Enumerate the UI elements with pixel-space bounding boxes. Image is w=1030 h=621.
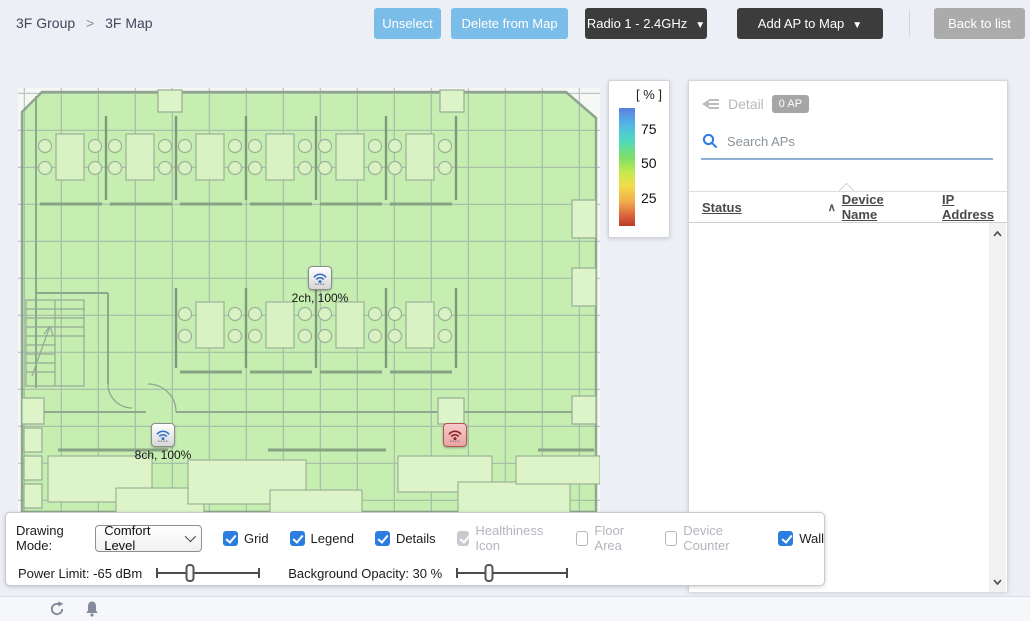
detail-panel-title: Detail bbox=[728, 96, 764, 112]
floor-map-canvas[interactable]: 2ch, 100% 8ch, 100% bbox=[18, 88, 600, 512]
checkbox-legend[interactable]: Legend bbox=[290, 531, 354, 546]
add-ap-to-map-dropdown[interactable]: Add AP to Map▼ bbox=[737, 8, 883, 39]
delete-from-map-button[interactable]: Delete from Map bbox=[451, 8, 568, 39]
chevron-down-icon: ▼ bbox=[852, 20, 862, 31]
drawing-mode-select[interactable]: Comfort Level bbox=[95, 525, 202, 552]
checkbox-icon bbox=[576, 531, 589, 546]
checkbox-icon bbox=[778, 531, 793, 546]
breadcrumb: 3F Group > 3F Map bbox=[16, 15, 153, 31]
breadcrumb-separator: > bbox=[86, 15, 94, 31]
back-to-list-button[interactable]: Back to list bbox=[934, 8, 1025, 39]
toolbar-divider bbox=[909, 10, 910, 37]
ap-label: 8ch, 100% bbox=[135, 448, 192, 462]
collapse-arrow-icon[interactable] bbox=[702, 97, 720, 111]
slider-thumb[interactable] bbox=[185, 564, 194, 582]
scroll-up-icon[interactable] bbox=[989, 225, 1006, 242]
footer-bar bbox=[0, 596, 1030, 621]
checkbox-icon bbox=[457, 531, 470, 546]
checkbox-icon bbox=[665, 531, 678, 546]
search-icon bbox=[702, 133, 718, 149]
checkbox-icon bbox=[223, 531, 238, 546]
unselect-button[interactable]: Unselect bbox=[374, 8, 441, 39]
search-input[interactable] bbox=[727, 134, 977, 149]
ap-label: 2ch, 100% bbox=[292, 291, 349, 305]
sort-asc-icon: ∧ bbox=[828, 201, 836, 214]
map-controls-panel: Drawing Mode: Comfort Level Grid Legend … bbox=[5, 512, 825, 586]
checkbox-wall[interactable]: Wall bbox=[778, 531, 824, 546]
chevron-down-icon bbox=[185, 531, 196, 542]
checkbox-icon bbox=[290, 531, 305, 546]
wifi-icon bbox=[155, 428, 171, 442]
search-underline bbox=[701, 158, 993, 160]
checkbox-device-counter: Device Counter bbox=[665, 523, 758, 553]
ap-marker-alert[interactable] bbox=[443, 423, 467, 447]
column-ip-address[interactable]: IP Address bbox=[942, 192, 1007, 222]
refresh-icon[interactable] bbox=[48, 600, 66, 618]
ap-table-header: Status ∧ Device Name IP Address bbox=[689, 191, 1007, 223]
legend-tick: 25 bbox=[641, 190, 657, 206]
legend-tick: 50 bbox=[641, 155, 657, 171]
slider-thumb[interactable] bbox=[484, 564, 493, 582]
checkbox-grid[interactable]: Grid bbox=[223, 531, 269, 546]
radio-select-dropdown[interactable]: Radio 1 - 2.4GHz▼ bbox=[585, 8, 707, 39]
column-status[interactable]: Status bbox=[702, 200, 742, 215]
column-device-name[interactable]: Device Name bbox=[842, 192, 920, 222]
wifi-icon bbox=[447, 428, 463, 442]
checkbox-details[interactable]: Details bbox=[375, 531, 436, 546]
legend-gradient-bar bbox=[619, 108, 635, 226]
legend-title: [ % ] bbox=[636, 87, 662, 102]
scroll-down-icon[interactable] bbox=[989, 573, 1006, 590]
checkbox-icon bbox=[375, 531, 390, 546]
power-limit-slider[interactable] bbox=[156, 563, 260, 583]
ap-marker-8ch[interactable] bbox=[151, 423, 175, 447]
power-limit-label: Power Limit: -65 dBm bbox=[18, 566, 142, 581]
chevron-down-icon: ▼ bbox=[695, 20, 705, 31]
breadcrumb-group-link[interactable]: 3F Group bbox=[16, 15, 75, 31]
drawing-mode-label: Drawing Mode: bbox=[16, 523, 89, 553]
background-opacity-slider[interactable] bbox=[456, 563, 568, 583]
comfort-legend: [ % ] 75 50 25 bbox=[608, 80, 670, 238]
scrollbar[interactable] bbox=[989, 223, 1006, 592]
legend-tick: 75 bbox=[641, 121, 657, 137]
bell-icon[interactable] bbox=[84, 600, 100, 618]
ap-marker-2ch[interactable] bbox=[308, 266, 332, 290]
ap-count-badge: 0 AP bbox=[772, 95, 809, 113]
background-opacity-label: Background Opacity: 30 % bbox=[288, 566, 442, 581]
checkbox-floor-area: Floor Area bbox=[576, 523, 644, 553]
breadcrumb-current-page: 3F Map bbox=[105, 15, 152, 31]
wifi-icon bbox=[312, 271, 328, 285]
checkbox-healthiness-icon: Healthiness Icon bbox=[457, 523, 555, 553]
